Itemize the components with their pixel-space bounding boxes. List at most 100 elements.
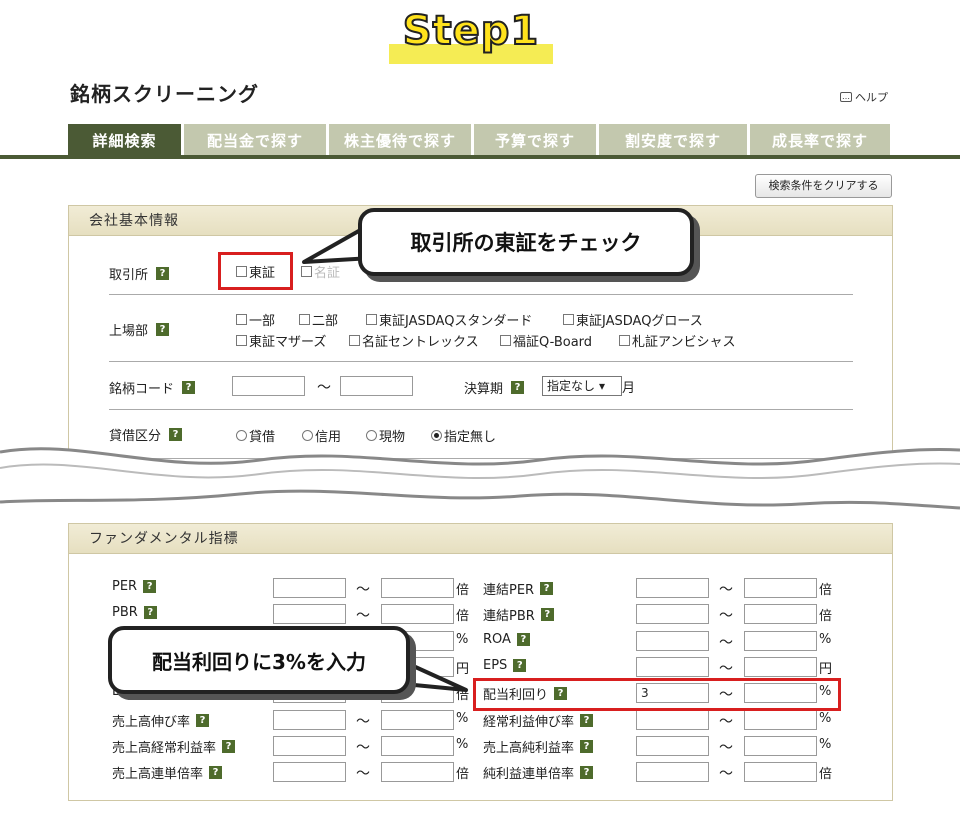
clear-conditions-button[interactable]: 検索条件をクリアする	[755, 174, 892, 198]
help-label: ヘルプ	[855, 91, 888, 104]
indicator-label-text: EPS	[483, 658, 508, 673]
step-banner: Step1	[385, 7, 557, 66]
help-question-icon[interactable]: ?	[196, 714, 210, 727]
option-label: 東証マザーズ	[249, 335, 327, 350]
help-question-icon[interactable]: ?	[511, 381, 525, 394]
indicator-to-input[interactable]	[381, 762, 454, 782]
help-link[interactable]: … ヘルプ	[840, 89, 888, 105]
listing-mothers-checkbox[interactable]: 東証マザーズ	[236, 331, 326, 350]
indicator-from-input[interactable]	[273, 604, 346, 624]
page-title: 銘柄スクリーニング	[70, 82, 259, 106]
exchange-nse-label: 名証	[314, 266, 341, 281]
lending-radio-genbutsu[interactable]: 現物	[366, 426, 405, 445]
help-question-icon[interactable]: ?	[156, 267, 170, 280]
stock-code-from-input[interactable]	[232, 376, 305, 396]
help-question-icon[interactable]: ?	[540, 582, 554, 595]
tab-shareholder-benefit[interactable]: 株主優待で探す	[329, 124, 471, 157]
indicator-to-input[interactable]	[744, 604, 817, 624]
indicator-from-input[interactable]	[636, 710, 709, 730]
fiscal-period-label-text: 決算期	[464, 382, 504, 397]
indicator-unit: %	[819, 737, 832, 752]
indicator-from-input[interactable]	[636, 736, 709, 756]
indicator-from-input[interactable]	[636, 578, 709, 598]
step-title: Step1	[402, 7, 540, 55]
help-question-icon[interactable]: ?	[182, 381, 196, 394]
lending-radio-shinyo[interactable]: 信用	[302, 426, 341, 445]
tab-growth[interactable]: 成長率で探す	[750, 124, 890, 157]
stock-code-label: 銘柄コード ?	[109, 378, 196, 397]
indicator-to-input[interactable]	[744, 762, 817, 782]
lending-radio-taishaku[interactable]: 貸借	[236, 426, 275, 445]
indicator-to-input[interactable]	[381, 578, 454, 598]
indicator-label: 経常利益伸び率?	[483, 711, 594, 730]
exchange-nse-checkbox[interactable]: 名証	[301, 262, 340, 281]
listing-second-checkbox[interactable]: 二部	[299, 310, 338, 329]
indicator-to-input[interactable]	[744, 578, 817, 598]
chevron-down-icon: ▾	[599, 379, 606, 393]
indicator-to-input[interactable]	[744, 710, 817, 730]
option-label: 札証アンビシャス	[632, 335, 736, 350]
indicator-to-input[interactable]	[744, 736, 817, 756]
help-question-icon[interactable]: ?	[209, 766, 223, 779]
row-divider	[109, 409, 853, 410]
indicator-from-input[interactable]	[273, 762, 346, 782]
help-question-icon[interactable]: ?	[516, 633, 530, 646]
tab-detail-search[interactable]: 詳細検索	[68, 124, 181, 157]
stock-code-to-input[interactable]	[340, 376, 413, 396]
listing-first-checkbox[interactable]: 一部	[236, 310, 275, 329]
help-question-icon[interactable]: ?	[156, 323, 170, 336]
listing-qboard-checkbox[interactable]: 福証Q-Board	[500, 331, 592, 350]
option-label: 二部	[312, 314, 339, 329]
lending-type-label: 貸借区分 ?	[109, 425, 183, 444]
dividend-highlight-box	[473, 678, 841, 711]
option-label: 貸借	[249, 430, 276, 445]
fiscal-period-select[interactable]: 指定なし ▾	[542, 376, 622, 396]
range-tilde: ～	[719, 661, 733, 677]
lending-radio-none[interactable]: 指定無し	[431, 426, 496, 445]
tab-undervalued[interactable]: 割安度で探す	[599, 124, 747, 157]
speech-bubble-icon: …	[840, 92, 852, 102]
indicator-to-input[interactable]	[744, 657, 817, 677]
radio-icon	[366, 430, 377, 441]
indicator-from-input[interactable]	[636, 657, 709, 677]
listing-jasdaq-growth-checkbox[interactable]: 東証JASDAQグロース	[563, 310, 703, 329]
help-question-icon[interactable]: ?	[143, 580, 157, 593]
listing-ambitious-checkbox[interactable]: 札証アンビシャス	[619, 331, 735, 350]
range-tilde: ～	[356, 608, 370, 624]
help-question-icon[interactable]: ?	[222, 740, 236, 753]
help-question-icon[interactable]: ?	[143, 606, 157, 619]
indicator-from-input[interactable]	[636, 631, 709, 651]
indicator-from-input[interactable]	[273, 578, 346, 598]
listing-jasdaq-standard-checkbox[interactable]: 東証JASDAQスタンダード	[366, 310, 532, 329]
option-label: 東証JASDAQグロース	[576, 314, 703, 329]
indicator-to-input[interactable]	[381, 736, 454, 756]
listing-centrex-checkbox[interactable]: 名証セントレックス	[349, 331, 479, 350]
indicator-to-input[interactable]	[381, 604, 454, 624]
radio-icon	[302, 430, 313, 441]
help-question-icon[interactable]: ?	[513, 659, 527, 672]
help-question-icon[interactable]: ?	[540, 608, 554, 621]
help-question-icon[interactable]: ?	[580, 740, 594, 753]
option-label: 指定無し	[444, 430, 497, 445]
range-tilde: ～	[356, 582, 370, 598]
indicator-label-text: 経常利益伸び率	[483, 715, 575, 730]
checkbox-icon	[349, 335, 360, 346]
indicator-from-input[interactable]	[636, 604, 709, 624]
help-question-icon[interactable]: ?	[169, 428, 183, 441]
option-label: 名証セントレックス	[362, 335, 479, 350]
indicator-from-input[interactable]	[636, 762, 709, 782]
indicator-label-text: 純利益連単倍率	[483, 767, 575, 782]
indicator-to-input[interactable]	[381, 710, 454, 730]
checkbox-icon	[301, 266, 312, 277]
indicator-unit: %	[819, 632, 832, 647]
tab-dividend[interactable]: 配当金で探す	[184, 124, 326, 157]
tab-budget[interactable]: 予算で探す	[474, 124, 596, 157]
indicator-from-input[interactable]	[273, 736, 346, 756]
range-tilde: ～	[719, 608, 733, 624]
indicator-unit: %	[456, 632, 469, 647]
help-question-icon[interactable]: ?	[580, 714, 594, 727]
indicator-from-input[interactable]	[273, 710, 346, 730]
indicator-to-input[interactable]	[744, 631, 817, 651]
help-question-icon[interactable]: ?	[580, 766, 594, 779]
fundamental-heading: ファンダメンタル指標	[69, 524, 892, 554]
